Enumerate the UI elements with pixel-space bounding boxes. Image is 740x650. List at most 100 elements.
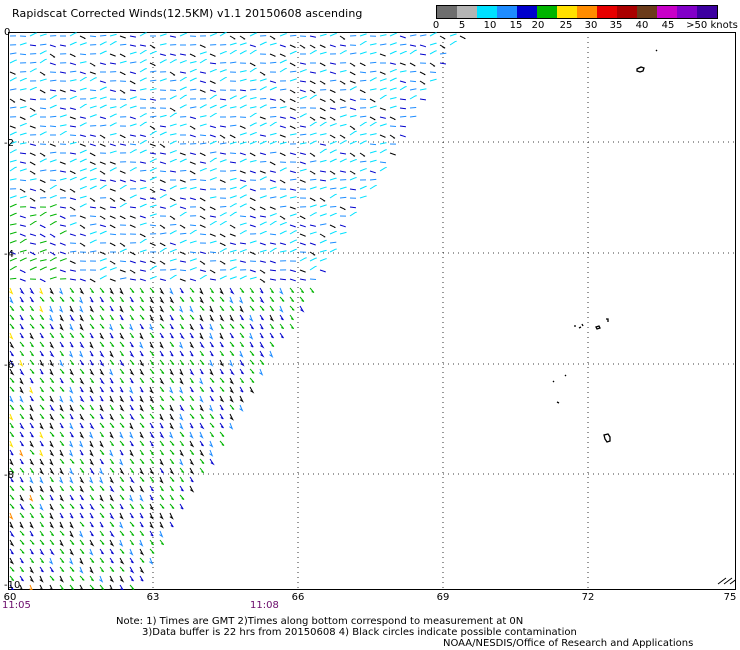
wind-barb — [149, 332, 155, 338]
wind-barb — [369, 105, 377, 109]
wind-barb — [119, 368, 125, 375]
wind-barb — [59, 170, 66, 173]
wind-barb — [179, 458, 184, 466]
wind-barb — [29, 258, 37, 262]
wind-barb — [259, 215, 266, 218]
wind-barb — [379, 116, 386, 119]
wind-barb — [139, 314, 145, 320]
wind-barb — [49, 233, 56, 238]
wind-barb — [289, 70, 297, 73]
wind-barb — [179, 395, 185, 402]
wind-barb — [109, 33, 117, 37]
wind-barb — [19, 386, 24, 394]
wind-barb — [199, 386, 205, 393]
wind-barb — [239, 350, 244, 358]
wind-barb — [159, 59, 167, 64]
wind-barb — [79, 76, 87, 82]
wind-barb — [79, 548, 85, 554]
wind-barb — [89, 341, 94, 349]
wind-barb — [219, 260, 226, 265]
wind-barb — [59, 314, 65, 322]
wind-barb — [199, 80, 206, 84]
wind-barb — [269, 233, 277, 236]
wind-barb — [249, 215, 256, 219]
wind-barb — [119, 260, 127, 263]
wind-barb — [39, 169, 47, 172]
wind-barb — [169, 314, 174, 321]
wind-barb — [19, 132, 27, 136]
wind-barb — [399, 70, 407, 73]
wind-barb — [209, 377, 215, 383]
wind-barb — [199, 332, 204, 340]
wind-barb — [259, 269, 266, 274]
wind-barb — [219, 248, 227, 253]
wind-barb — [19, 116, 26, 120]
wind-barb — [59, 530, 65, 536]
wind-barb — [369, 43, 377, 46]
wind-barb — [199, 260, 206, 265]
wind-barb — [169, 512, 174, 520]
wind-barb — [29, 458, 35, 466]
wind-barb — [249, 341, 254, 348]
wind-barb — [289, 287, 295, 294]
wind-barb — [139, 530, 145, 537]
wind-barb — [239, 359, 245, 367]
wind-barb — [129, 123, 137, 127]
wind-barb — [169, 350, 174, 357]
wind-barb — [209, 220, 217, 226]
wind-barb — [229, 211, 237, 217]
wind-barb — [359, 185, 367, 190]
wind-barb — [89, 521, 94, 528]
wind-barb — [159, 206, 166, 209]
wind-barb — [109, 278, 116, 282]
wind-barb — [239, 194, 247, 199]
wind-barb — [9, 159, 17, 163]
wind-barb — [9, 88, 17, 91]
wind-barb — [39, 566, 44, 573]
wind-barb — [109, 341, 115, 348]
wind-barb — [59, 323, 64, 331]
wind-barb — [259, 260, 266, 263]
wind-barb — [269, 269, 276, 272]
wind-barb — [99, 575, 104, 583]
wind-barb — [9, 377, 15, 383]
wind-barb — [139, 323, 144, 330]
wind-barb — [59, 215, 66, 219]
wind-barb — [9, 314, 15, 320]
wind-barb — [299, 233, 306, 237]
wind-barb — [69, 566, 75, 572]
wind-barb — [79, 103, 87, 109]
wind-barb — [29, 242, 37, 245]
wind-barb — [179, 71, 186, 74]
wind-barb — [189, 323, 195, 331]
wind-barb — [319, 239, 327, 244]
wind-barb — [9, 195, 17, 199]
wind-barb — [189, 368, 195, 376]
wind-barb — [69, 158, 77, 163]
wind-barb — [29, 143, 36, 146]
wind-barb — [89, 539, 95, 547]
wind-barb — [239, 368, 244, 375]
wind-barb — [49, 341, 55, 349]
wind-barb — [109, 404, 114, 411]
wind-barb — [229, 377, 235, 385]
wind-barb — [179, 386, 184, 394]
wind-barb — [399, 98, 406, 101]
wind-barb — [19, 494, 25, 502]
wind-barb — [39, 440, 44, 447]
wind-barb — [319, 80, 326, 85]
wind-barb — [39, 179, 46, 183]
wind-barb — [199, 115, 207, 118]
wind-barb — [229, 224, 236, 229]
wind-barb — [179, 368, 184, 376]
wind-barb — [279, 134, 286, 138]
wind-barb — [189, 395, 195, 402]
wind-barb — [329, 123, 337, 127]
wind-barb — [79, 503, 84, 510]
legend-color-bar — [436, 5, 718, 19]
wind-barb — [219, 359, 225, 367]
wind-barb — [339, 35, 346, 40]
wind-barb — [119, 476, 125, 483]
wind-barb — [119, 269, 126, 273]
wind-barb — [329, 206, 337, 208]
